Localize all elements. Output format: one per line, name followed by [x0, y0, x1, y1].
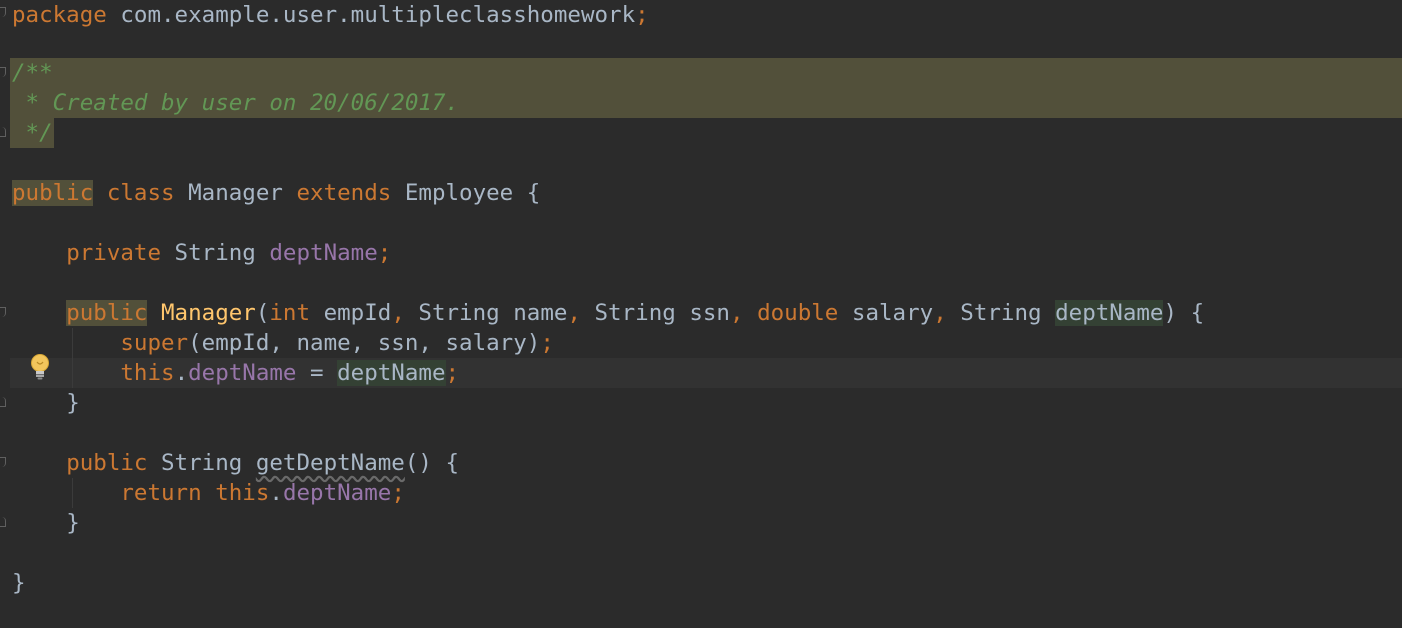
field-deptname: deptName	[188, 360, 297, 386]
code-line-class-close[interactable]: }	[12, 568, 26, 598]
keyword-double: double	[757, 300, 839, 326]
keyword-package: package	[12, 2, 107, 28]
type-string: String	[147, 450, 256, 476]
param-empid: empId	[310, 300, 392, 326]
brace-open: {	[513, 180, 541, 206]
fold-marker-icon[interactable]	[0, 517, 6, 527]
semicolon: ;	[391, 480, 405, 506]
param-name: name	[499, 300, 568, 326]
code-line-getter-close[interactable]: }	[12, 508, 80, 538]
keyword-extends: extends	[282, 180, 405, 206]
code-line-field[interactable]: private String deptName;	[12, 238, 391, 268]
lightbulb-icon[interactable]	[29, 353, 51, 381]
brace-close: }	[66, 390, 80, 416]
code-line-constructor[interactable]: public Manager(int empId, String name, S…	[12, 298, 1204, 328]
comma: ,	[567, 300, 595, 326]
doc-comment-open: /**	[12, 60, 53, 86]
semicolon: ;	[635, 2, 649, 28]
code-line-doc-close[interactable]: */	[12, 118, 53, 148]
code-line-package[interactable]: package com.example.user.multipleclassho…	[12, 0, 649, 30]
code-line-doc-open[interactable]: /**	[12, 58, 53, 88]
fold-marker-icon[interactable]	[0, 307, 6, 317]
keyword-private: private	[66, 240, 162, 266]
fold-marker-icon[interactable]	[0, 7, 6, 17]
fold-marker-icon[interactable]	[0, 127, 6, 137]
param-salary: salary	[838, 300, 934, 326]
param-ssn: ssn	[675, 300, 730, 326]
super-args: (empId, name, ssn, salary)	[188, 330, 541, 356]
keyword-public: public	[66, 450, 148, 476]
semicolon: ;	[540, 330, 554, 356]
code-line-super-call[interactable]: super(empId, name, ssn, salary);	[12, 328, 554, 358]
code-line-doc-body[interactable]: * Created by user on 20/06/2017.	[12, 88, 460, 118]
code-line-assign[interactable]: this.deptName = deptName;	[12, 358, 459, 388]
package-name: com.example.user.multipleclasshomework	[106, 2, 636, 28]
semicolon: ;	[377, 240, 392, 266]
dot: .	[174, 360, 189, 386]
keyword-class: class	[93, 180, 189, 206]
constructor-name: Manager	[161, 300, 256, 326]
code-line-return[interactable]: return this.deptName;	[12, 478, 405, 508]
keyword-int: int	[269, 300, 311, 326]
field-deptname: deptName	[282, 480, 392, 506]
keyword-public: public	[66, 300, 148, 326]
comma: ,	[933, 300, 961, 326]
code-editor[interactable]: package com.example.user.multipleclassho…	[0, 0, 1402, 628]
comma: ,	[729, 300, 758, 326]
code-line-class-decl[interactable]: public class Manager extends Employee {	[12, 178, 540, 208]
keyword-public: public	[12, 180, 94, 206]
keyword-return: return	[120, 480, 202, 506]
dot: .	[269, 480, 283, 506]
fold-marker-icon[interactable]	[0, 397, 6, 407]
getter-parens: () {	[404, 450, 460, 476]
brace-close: }	[12, 570, 26, 596]
type-string: String	[594, 300, 676, 326]
paren-open: (	[255, 300, 270, 326]
code-line-ctor-close[interactable]: }	[12, 388, 80, 418]
keyword-this: this	[215, 480, 270, 506]
paren-close-brace: ) {	[1163, 300, 1205, 326]
type-string: String	[418, 300, 500, 326]
keyword-this: this	[120, 360, 175, 386]
doc-comment-close: */	[12, 120, 53, 146]
code-line-getter[interactable]: public String getDeptName() {	[12, 448, 459, 478]
super-class-name: Employee	[404, 180, 514, 206]
type-string: String	[960, 300, 1042, 326]
comma: ,	[391, 300, 419, 326]
editor-gutter	[0, 0, 10, 628]
semicolon: ;	[445, 360, 460, 386]
field-deptname: deptName	[269, 240, 378, 266]
fold-marker-icon[interactable]	[0, 67, 6, 77]
keyword-super: super	[120, 330, 189, 356]
class-name: Manager	[188, 180, 283, 206]
brace-close: }	[66, 510, 80, 536]
param-deptname-usage: deptName	[337, 360, 446, 386]
assign-operator: =	[296, 360, 338, 386]
method-getdeptname: getDeptName	[255, 450, 405, 476]
doc-comment-body: * Created by user on 20/06/2017.	[12, 90, 460, 116]
param-deptname: deptName	[1055, 300, 1164, 326]
type-string: String	[161, 240, 270, 266]
fold-marker-icon[interactable]	[0, 457, 6, 467]
